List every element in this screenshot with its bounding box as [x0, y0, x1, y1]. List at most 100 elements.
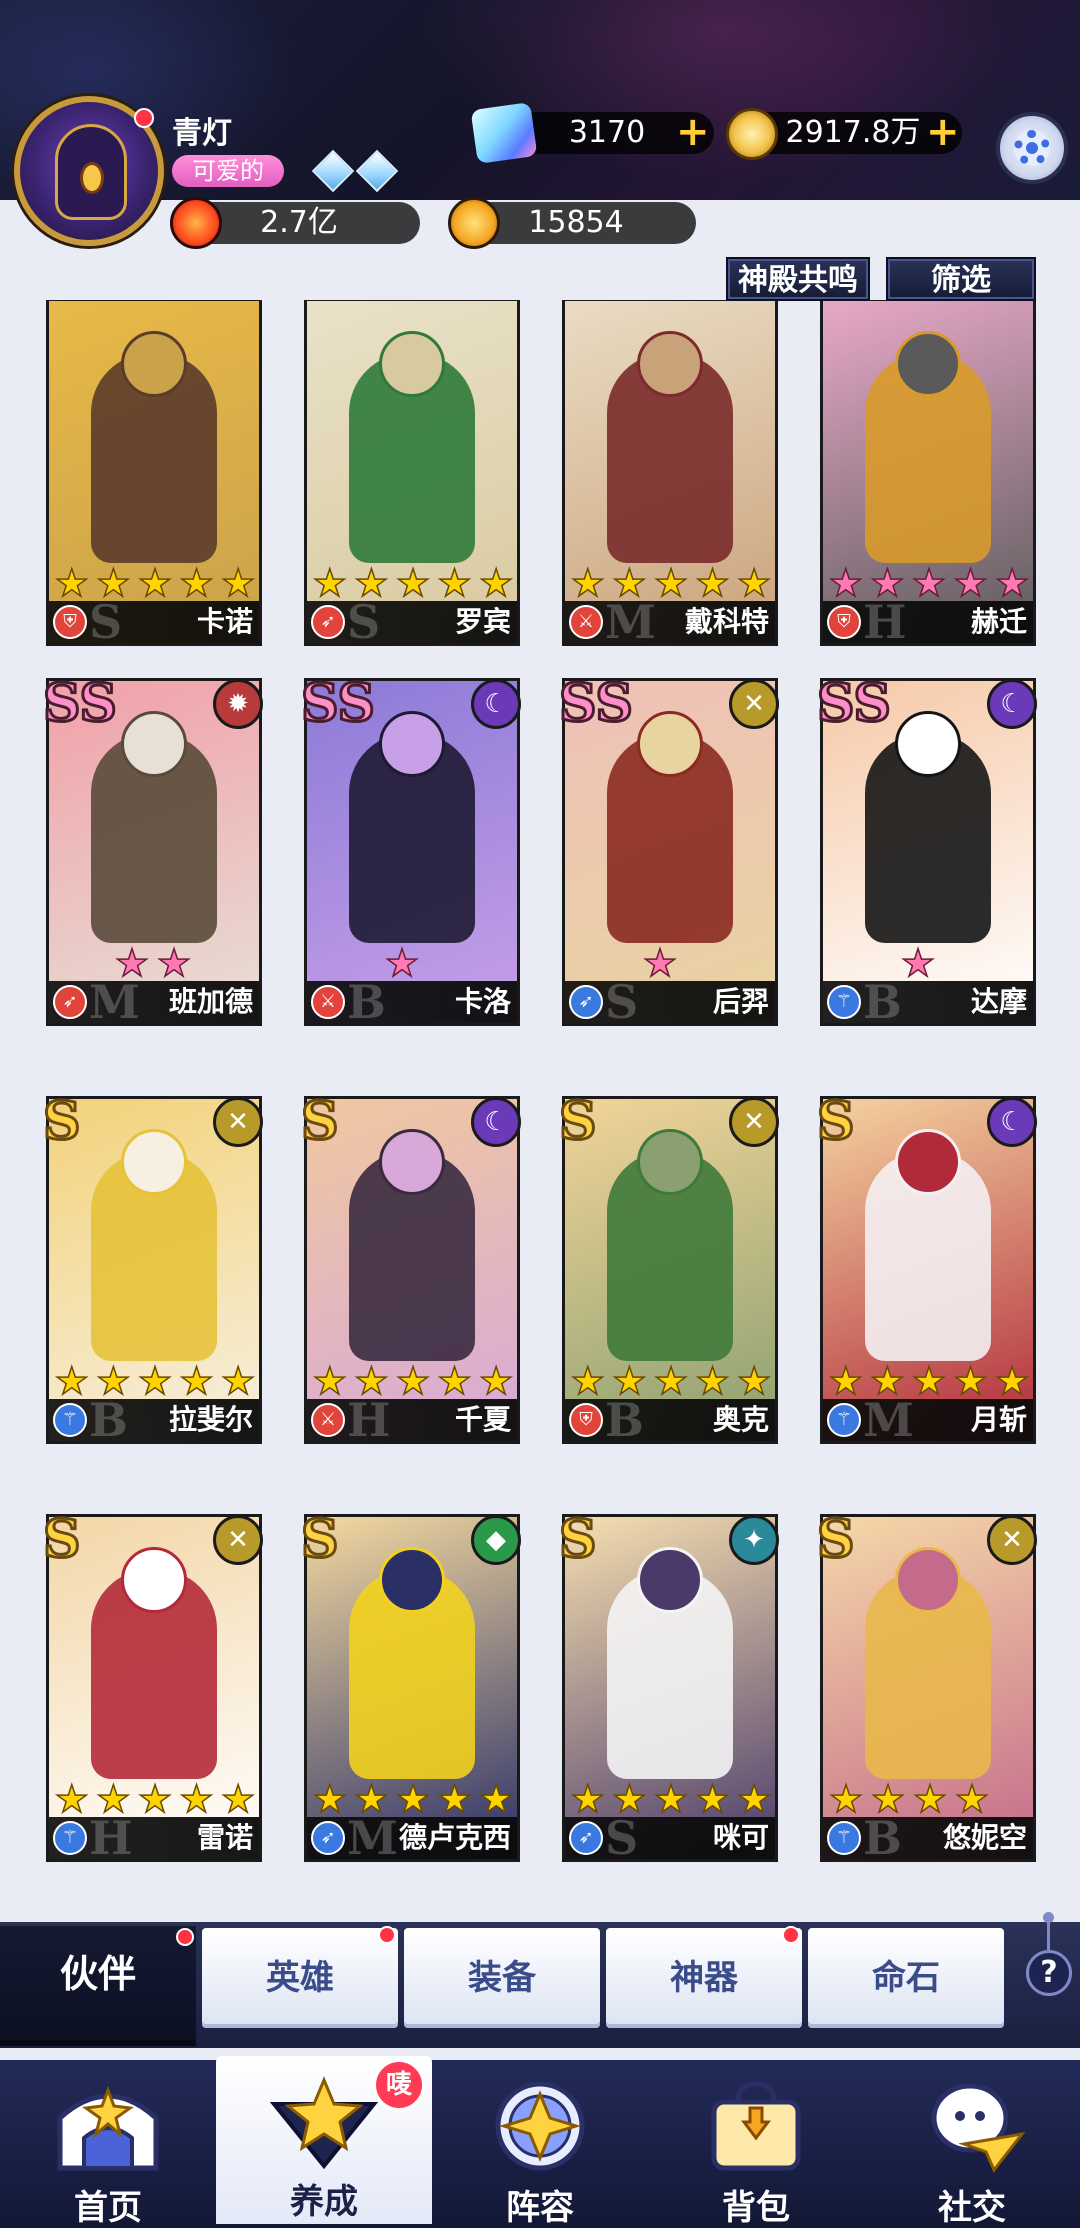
diamond-icon — [470, 102, 538, 164]
hero-nameplate: ➶ S 咪可 — [565, 1811, 775, 1865]
bow-class-icon: ➶ — [569, 1821, 603, 1855]
settings-button[interactable] — [996, 112, 1068, 184]
element-icon: ☾ — [987, 1097, 1037, 1147]
hero-card[interactable]: SS ✹ ★ ★ ➶ M 班加德 — [42, 672, 263, 1029]
add-gems-icon[interactable]: + — [676, 112, 710, 152]
hero-nameplate: ➶ M 班加德 — [49, 975, 259, 1029]
hero-name: 赫迁 — [970, 605, 1027, 638]
hero-card[interactable]: S ✕ ★ ★ ★ ★ ★ ⚚ B 拉斐尔 — [42, 1090, 263, 1447]
hero-stars: ★ ★ ★ ★ ★ — [307, 561, 517, 605]
hero-stars: ★ — [565, 942, 775, 984]
gems-value: 3170 — [568, 115, 646, 150]
help-button[interactable]: ? — [1026, 1950, 1072, 1996]
hero-name: 悠妮空 — [942, 1821, 1027, 1854]
star-icon: ★ — [54, 561, 90, 605]
hero-rank-badge: S — [816, 1508, 857, 1572]
hero-name: 奥克 — [712, 1403, 769, 1436]
star-icon: ★ — [653, 561, 689, 605]
star-icon: ★ — [695, 1359, 731, 1403]
tab-equipment[interactable]: 装备 — [404, 1928, 600, 2028]
element-icon: ☾ — [471, 1097, 521, 1147]
temple-resonance-button[interactable]: 神殿共鸣 — [726, 257, 870, 301]
element-icon: ☾ — [987, 679, 1037, 729]
staff-class-icon: ⚚ — [827, 1403, 861, 1437]
element-icon: ◆ — [471, 1515, 521, 1565]
filter-button[interactable]: 筛选 — [886, 257, 1036, 301]
hero-stars: ★ ★ ★ ★ ★ — [565, 1359, 775, 1403]
hero-card[interactable]: ★ ★ ★ ★ ★ ⛨ S 卡诺 — [46, 300, 262, 649]
hero-nameplate: ⛨ S 卡诺 — [49, 595, 259, 649]
hero-rank-badge: S — [300, 1090, 341, 1154]
hero-nameplate: ⚚ B 悠妮空 — [823, 1811, 1033, 1865]
hero-card[interactable]: SS ✕ ★ ➶ S 后羿 — [558, 672, 779, 1029]
star-icon: ★ — [384, 941, 420, 985]
nav-lineup[interactable]: 阵容 — [432, 2060, 648, 2228]
hero-name: 罗宾 — [454, 605, 511, 638]
element-icon: ✕ — [729, 679, 779, 729]
player-title-tag[interactable]: 可爱的 — [172, 155, 284, 187]
hero-card[interactable]: ★ ★ ★ ★ ★ ➶ S 罗宾 — [304, 300, 520, 649]
star-icon: ★ — [54, 1777, 90, 1821]
sword-class-icon: ⚔ — [311, 1403, 345, 1437]
element-icon: ✕ — [213, 1097, 263, 1147]
hero-name: 德卢克西 — [398, 1821, 511, 1854]
star-icon: ★ — [137, 1359, 173, 1403]
nav-social[interactable]: 社交 — [864, 2060, 1080, 2228]
star-icon: ★ — [137, 1777, 173, 1821]
star-icon: ★ — [437, 1777, 473, 1821]
tab-heroes[interactable]: 英雄 — [202, 1928, 398, 2028]
tab-partners[interactable]: 伙伴 — [0, 1926, 196, 2046]
nav-social-label: 社交 — [938, 2188, 1006, 2228]
hero-nameplate: ➶ S 后羿 — [565, 975, 775, 1029]
star-icon: ★ — [395, 1777, 431, 1821]
artifacts-notification-dot — [782, 1926, 800, 1944]
power-value: 2.7亿 — [260, 205, 338, 240]
element-icon: ✦ — [729, 1515, 779, 1565]
gold-value: 2917.8万 — [785, 115, 921, 150]
star-icon: ★ — [953, 1359, 989, 1403]
nav-home[interactable]: 首页 — [0, 2060, 216, 2228]
tab-fate-stones[interactable]: 命石 — [808, 1928, 1004, 2028]
hero-name: 千夏 — [454, 1403, 511, 1436]
star-icon: ★ — [954, 1777, 990, 1821]
nav-home-label: 首页 — [74, 2188, 142, 2228]
star-icon: ★ — [695, 561, 731, 605]
hero-stars: ★ ★ ★ ★ ★ — [307, 1360, 517, 1402]
star-icon: ★ — [736, 561, 772, 605]
hero-tier-letter: B — [347, 975, 386, 1029]
star-icon: ★ — [220, 1359, 256, 1403]
nav-bag[interactable]: 背包 — [648, 2060, 864, 2228]
nav-lineup-label: 阵容 — [506, 2188, 574, 2228]
hero-card[interactable]: S ◆ ★ ★ ★ ★ ★ ➶ M 德卢克西 — [300, 1508, 521, 1865]
hero-stars: ★ ★ ★ ★ — [823, 1777, 1033, 1821]
nav-develop-label: 养成 — [290, 2182, 358, 2222]
hero-card[interactable]: S ✦ ★ ★ ★ ★ ★ ➶ S 咪可 — [558, 1508, 779, 1865]
hero-tier-letter: S — [605, 975, 639, 1029]
hero-nameplate: ⚚ H 雷诺 — [49, 1811, 259, 1865]
hero-card[interactable]: ★ ★ ★ ★ ★ ⚔ M 戴科特 — [562, 300, 778, 649]
hero-card[interactable]: S ✕ ★ ★ ★ ★ ★ ⚚ H 雷诺 — [42, 1508, 263, 1865]
star-icon: ★ — [695, 1777, 731, 1821]
hero-stars: ★ — [823, 942, 1033, 984]
hero-card[interactable]: S ☾ ★ ★ ★ ★ ★ ⚚ M 月斩 — [816, 1090, 1037, 1447]
hero-tier-letter: M — [863, 1393, 914, 1447]
star-icon: ★ — [179, 1777, 215, 1821]
hero-card[interactable]: S ✕ ★ ★ ★ ★ ⚚ B 悠妮空 — [816, 1508, 1037, 1865]
heroes-notification-dot — [378, 1926, 396, 1944]
hero-card[interactable]: SS ☾ ★ ⚔ B 卡洛 — [300, 672, 521, 1029]
hero-card[interactable]: S ✕ ★ ★ ★ ★ ★ ⛨ B 奥克 — [558, 1090, 779, 1447]
hero-nameplate: ⚚ M 月斩 — [823, 1393, 1033, 1447]
home-icon — [57, 2085, 159, 2171]
staff-class-icon: ⚚ — [53, 1821, 87, 1855]
star-icon: ★ — [395, 561, 431, 605]
star-icon: ★ — [828, 1359, 864, 1403]
add-gold-icon[interactable]: + — [926, 112, 960, 152]
hero-card[interactable]: S ☾ ★ ★ ★ ★ ★ ⚔ H 千夏 — [300, 1090, 521, 1447]
hero-name: 戴科特 — [684, 605, 769, 638]
hero-card[interactable]: ★ ★ ★ ★ ★ ⛨ H 赫迁 — [820, 300, 1036, 649]
staff-class-icon: ⚚ — [827, 1821, 861, 1855]
hero-card[interactable]: SS ☾ ★ ⚚ B 达摩 — [816, 672, 1037, 1029]
hero-stars: ★ ★ ★ ★ ★ — [49, 1777, 259, 1821]
tab-artifacts[interactable]: 神器 — [606, 1928, 802, 2028]
star-icon: ★ — [653, 1359, 689, 1403]
